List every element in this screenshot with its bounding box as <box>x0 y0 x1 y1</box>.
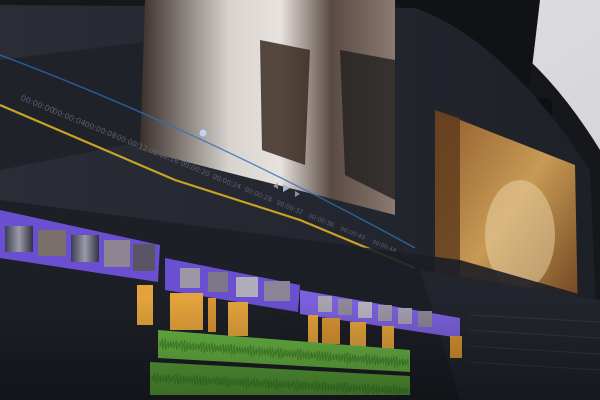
video-thumbnail <box>236 277 258 297</box>
playhead-marker[interactable] <box>199 129 207 137</box>
video-thumbnail <box>5 226 33 252</box>
video-thumbnail <box>38 230 66 256</box>
video-thumbnail <box>104 240 130 267</box>
video-thumbnail <box>180 268 200 288</box>
video-thumbnail <box>208 272 228 292</box>
video-thumbnail <box>133 244 155 271</box>
video-thumbnail <box>71 235 99 262</box>
photo-scene: 00:00:00 00:00:04 00:00:08 00:00:12 00:00:16… <box>0 0 600 400</box>
scene-svg: 00:00:0000:00:0400:00:0800:00:1200:00:16… <box>0 0 600 400</box>
depth-blur-overlay <box>0 300 600 400</box>
viewer-hand-silhouette <box>260 40 310 165</box>
video-thumbnail <box>264 281 290 301</box>
